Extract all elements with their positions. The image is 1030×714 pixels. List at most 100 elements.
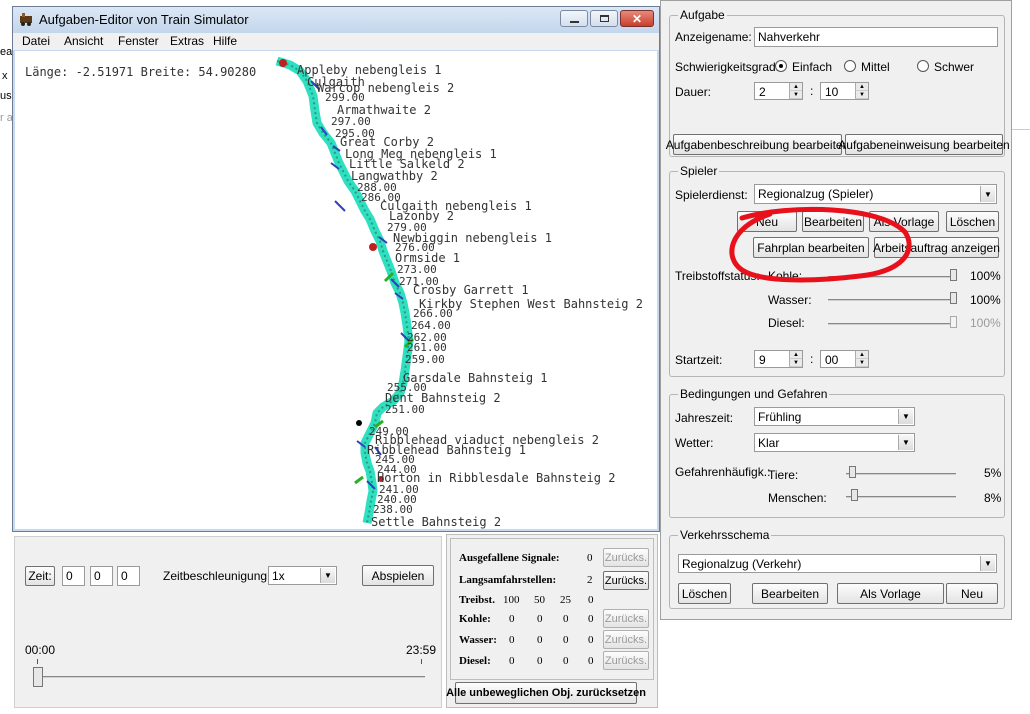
close-button[interactable]: ✕ <box>620 10 654 27</box>
spieler-vorlage-button[interactable]: Als Vorlage <box>869 211 939 232</box>
wasser-reset-button: Zurücks. <box>603 630 649 649</box>
maximize-button[interactable] <box>590 10 618 27</box>
verkehr-title: Verkehrsschema <box>678 528 772 542</box>
fuel-wasser-track[interactable] <box>828 299 953 301</box>
arbeitsauftrag-button[interactable]: Arbeitsauftrag anzeigen <box>873 237 1000 258</box>
wetter-label: Wetter: <box>675 436 714 450</box>
jahreszeit-label: Jahreszeit: <box>675 411 734 425</box>
menu-fenster[interactable]: Fenster <box>118 34 159 48</box>
fahrplan-bearbeiten-button[interactable]: Fahrplan bearbeiten <box>753 237 869 258</box>
langsam-label: Langsamfahrstellen: <box>459 574 557 586</box>
app-icon <box>19 12 33 26</box>
wetter-select[interactable]: Klar ▼ <box>754 433 915 452</box>
window-title: Aufgaben-Editor von Train Simulator <box>39 12 249 27</box>
spieler-title: Spieler <box>678 164 720 178</box>
spieler-loeschen-button[interactable]: Löschen <box>946 211 999 232</box>
wasser-value: 0 <box>588 634 594 646</box>
aufgabe-group: Aufgabe Anzeigename: Nahverkehr Schwieri… <box>666 8 1010 157</box>
anzeigename-input[interactable]: Nahverkehr <box>754 27 998 47</box>
kohle-value: 0 <box>509 613 515 625</box>
background-fragment: x <box>2 70 8 82</box>
spin-up-icon[interactable]: ▲ <box>789 351 802 359</box>
fuel-wasser-label: Wasser: <box>768 293 812 307</box>
spieler-neu-button[interactable]: Neu <box>737 211 797 232</box>
menschen-pct: 8% <box>984 491 1002 505</box>
spin-down-icon[interactable]: ▼ <box>789 359 802 367</box>
tiere-label: Tiere: <box>768 468 799 482</box>
title-bar[interactable]: Aufgaben-Editor von Train Simulator ✕ <box>13 7 659 33</box>
editor-window: Aufgaben-Editor von Train Simulator ✕ Da… <box>12 6 660 532</box>
menu-ansicht[interactable]: Ansicht <box>64 34 103 48</box>
fuel-kohle-track[interactable] <box>828 276 953 278</box>
menschen-thumb[interactable] <box>851 489 859 501</box>
radio-schwer-label: Schwer <box>934 60 975 74</box>
startzeit-hours-spinner[interactable]: 9 ▲ ▼ <box>754 350 803 368</box>
kohle-value: 0 <box>563 613 569 625</box>
dauer-minutes-spinner[interactable]: 10 ▲ ▼ <box>820 82 869 100</box>
bedingungen-group: Bedingungen und Gefahren Jahreszeit: Frü… <box>669 387 1005 518</box>
minimize-button[interactable] <box>560 10 588 27</box>
time-end-label: 23:59 <box>406 643 437 657</box>
fuel-diesel-thumb <box>950 316 957 328</box>
radio-schwer[interactable] <box>917 60 929 72</box>
radio-mittel[interactable] <box>844 60 856 72</box>
radio-einfach[interactable] <box>775 60 787 72</box>
menschen-track[interactable] <box>846 496 956 498</box>
spin-down-icon[interactable]: ▼ <box>789 91 802 99</box>
aufgabeneinweisung-button[interactable]: Aufgabeneinweisung bearbeiten <box>838 134 1010 155</box>
zeit-minutes[interactable]: 0 <box>90 566 113 586</box>
dauer-hours-spinner[interactable]: 2 ▲ ▼ <box>754 82 803 100</box>
abspielen-button[interactable]: Abspielen <box>362 565 434 586</box>
map-label: 251.00 <box>385 403 425 416</box>
menschen-label: Menschen: <box>768 491 827 505</box>
diesel-value: 0 <box>537 655 543 667</box>
gefahren-label: Gefahrenhäufigk.: <box>675 465 771 479</box>
route-map[interactable]: Länge: -2.51971 Breite: 54.90280 Appleby… <box>15 51 657 529</box>
treibst-header-25: 25 <box>560 594 571 606</box>
tiere-track[interactable] <box>846 473 956 475</box>
spin-down-icon[interactable]: ▼ <box>855 91 868 99</box>
verkehr-neu-button[interactable]: Neu <box>946 583 998 604</box>
aufgabe-title: Aufgabe <box>678 8 727 22</box>
fuel-diesel-track <box>828 323 953 325</box>
menu-extras[interactable]: Extras <box>170 34 204 48</box>
jahreszeit-select[interactable]: Frühling ▼ <box>754 407 915 426</box>
aufgabenbeschreibung-button[interactable]: Aufgabenbeschreibung bearbeiten <box>666 134 849 155</box>
treibst-header-50: 50 <box>534 594 545 606</box>
verkehr-loeschen-button[interactable]: Löschen <box>678 583 731 604</box>
spin-up-icon[interactable]: ▲ <box>855 83 868 91</box>
verkehr-vorlage-button[interactable]: Als Vorlage <box>837 583 944 604</box>
spieler-bearbeiten-button[interactable]: Bearbeiten <box>802 211 864 232</box>
zeit-seconds[interactable]: 0 <box>117 566 140 586</box>
tiere-thumb[interactable] <box>849 466 857 478</box>
wasser-value: 0 <box>563 634 569 646</box>
startzeit-minutes-spinner[interactable]: 00 ▲ ▼ <box>820 350 869 368</box>
verkehr-bearbeiten-button[interactable]: Bearbeiten <box>752 583 828 604</box>
timeline-track[interactable] <box>37 676 425 678</box>
zeit-button[interactable]: Zeit: <box>25 566 55 586</box>
verkehr-select[interactable]: Regionalzug (Verkehr) ▼ <box>678 554 997 573</box>
menu-hilfe[interactable]: Hilfe <box>213 34 237 48</box>
ausgefallene-label: Ausgefallene Signale: <box>459 552 560 564</box>
fuel-wasser-thumb[interactable] <box>950 292 957 304</box>
treibst-header-100: 100 <box>503 594 520 606</box>
langsam-reset-button[interactable]: Zurücks. <box>603 571 649 590</box>
timeline-thumb[interactable] <box>33 667 43 687</box>
chevron-down-icon: ▼ <box>980 556 995 571</box>
spielerdienst-select[interactable]: Regionalzug (Spieler) ▼ <box>754 184 997 204</box>
spin-up-icon[interactable]: ▲ <box>855 351 868 359</box>
status-panel: Ausgefallene Signale: 0 Zurücks. Langsam… <box>446 534 658 708</box>
fuel-kohle-thumb[interactable] <box>950 269 957 281</box>
menu-datei[interactable]: Datei <box>22 34 50 48</box>
spin-up-icon[interactable]: ▲ <box>789 83 802 91</box>
zeitbeschleunigung-select[interactable]: 1x ▼ <box>268 566 337 585</box>
spin-down-icon[interactable]: ▼ <box>855 359 868 367</box>
treibstoff-label: Treibstoffstatus: <box>675 269 760 283</box>
dauer-separator: : <box>810 84 814 98</box>
wasser-value: 0 <box>537 634 543 646</box>
zeit-hours[interactable]: 0 <box>62 566 85 586</box>
timeline-tick-end <box>421 659 422 664</box>
fuel-diesel-pct: 100% <box>970 316 1001 330</box>
close-icon: ✕ <box>631 11 643 26</box>
reset-all-objects-button[interactable]: Alle unbeweglichen Obj. zurücksetzen <box>446 682 646 704</box>
